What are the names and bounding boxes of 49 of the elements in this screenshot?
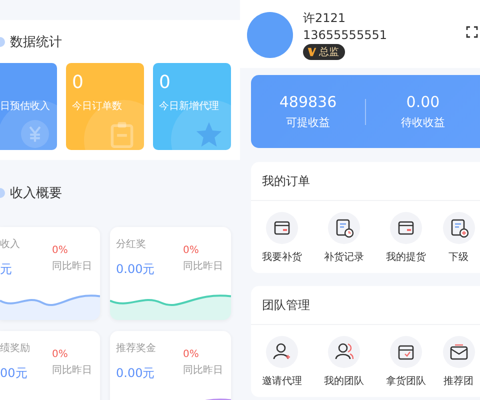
income-label: 推荐奖金 xyxy=(116,342,156,355)
income-value: 0.00元 xyxy=(116,261,155,278)
income-value: 0.00元 xyxy=(116,365,156,382)
change-percent: 0% xyxy=(52,349,69,360)
change-percent: 0% xyxy=(183,245,200,256)
menu-item[interactable]: 我的提货 xyxy=(375,212,437,264)
clipboard-icon xyxy=(108,120,136,148)
user-name: 许2121 xyxy=(303,10,347,26)
compare-label: 同比昨日 xyxy=(183,260,223,273)
income-value: 元 xyxy=(0,261,13,278)
earnings-label: 待收收益 xyxy=(401,115,445,130)
user-plus-icon xyxy=(266,336,298,368)
scan-icon[interactable] xyxy=(466,26,478,38)
menu-item[interactable]: 我的团队 xyxy=(313,336,375,388)
income-value: 00元 xyxy=(0,365,28,382)
window-icon xyxy=(390,212,422,244)
change-percent: 0% xyxy=(183,349,200,360)
panel-title: 我的订单 xyxy=(251,162,480,201)
menu-item[interactable]: 邀请代理 xyxy=(251,336,313,388)
menu-item[interactable]: 拿货团队 xyxy=(375,336,437,388)
star-icon xyxy=(195,120,223,148)
earnings-value: 489836 xyxy=(279,93,337,111)
compare-label: 同比昨日 xyxy=(183,364,223,377)
section-title: 数据统计 xyxy=(10,34,62,51)
compare-label: 同比昨日 xyxy=(52,260,92,273)
box-icon xyxy=(390,336,422,368)
users-icon xyxy=(328,336,360,368)
earnings-label: 可提收益 xyxy=(286,115,330,130)
v-logo-icon xyxy=(307,47,317,57)
window-icon xyxy=(266,212,298,244)
avatar[interactable] xyxy=(247,12,293,58)
income-label: 绩奖励 xyxy=(0,342,30,355)
section-title: 收入概要 xyxy=(10,185,62,202)
compare-label: 同比昨日 xyxy=(52,364,92,377)
income-label: 分红奖 xyxy=(116,238,147,251)
document-clock-icon xyxy=(328,212,360,244)
panel-title: 团队管理 xyxy=(251,286,480,325)
badge-label: 总监 xyxy=(319,46,339,59)
menu-item[interactable]: 下级 xyxy=(437,212,480,264)
menu-item[interactable]: 推荐团 xyxy=(437,336,480,388)
yuan-icon xyxy=(21,120,49,148)
menu-item[interactable]: 我要补货 xyxy=(251,212,313,264)
menu-item[interactable]: 补货记录 xyxy=(313,212,375,264)
phone-number: 13655555551 xyxy=(303,27,387,44)
income-label: 收入 xyxy=(0,238,20,251)
earnings-value: 0.00 xyxy=(406,93,440,111)
document-plus-icon xyxy=(442,212,474,244)
envelope-icon xyxy=(442,336,474,368)
change-percent: 0% xyxy=(52,245,69,256)
